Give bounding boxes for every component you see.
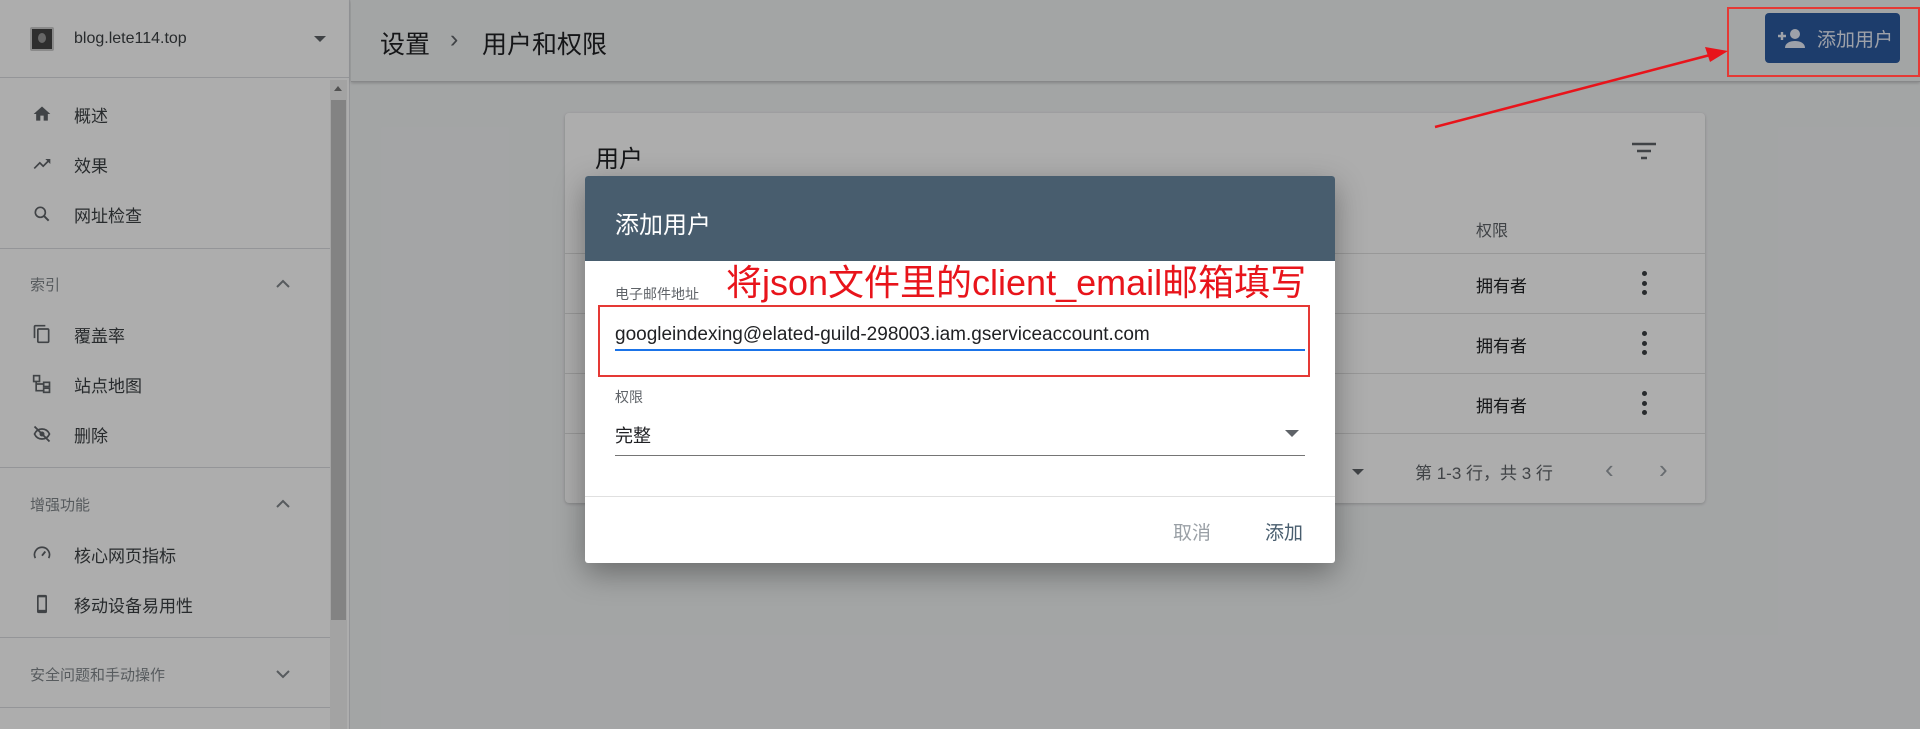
permission-select[interactable]: 完整 [615, 416, 1305, 456]
annotation-highlight-email [598, 305, 1310, 377]
dialog-header: 添加用户 [585, 176, 1335, 261]
annotation-text: 将json文件里的client_email邮箱填写 [726, 262, 1307, 303]
permission-select-value: 完整 [615, 426, 651, 446]
email-field-label: 电子邮件地址 [615, 286, 699, 302]
add-button[interactable]: 添加 [1265, 518, 1303, 545]
cancel-button[interactable]: 取消 [1173, 518, 1211, 545]
chevron-down-icon [1285, 430, 1299, 437]
permission-field-label: 权限 [615, 389, 643, 405]
dialog-title: 添加用户 [615, 212, 711, 239]
dialog-divider [585, 496, 1335, 497]
annotation-highlight-add-user [1727, 7, 1920, 77]
